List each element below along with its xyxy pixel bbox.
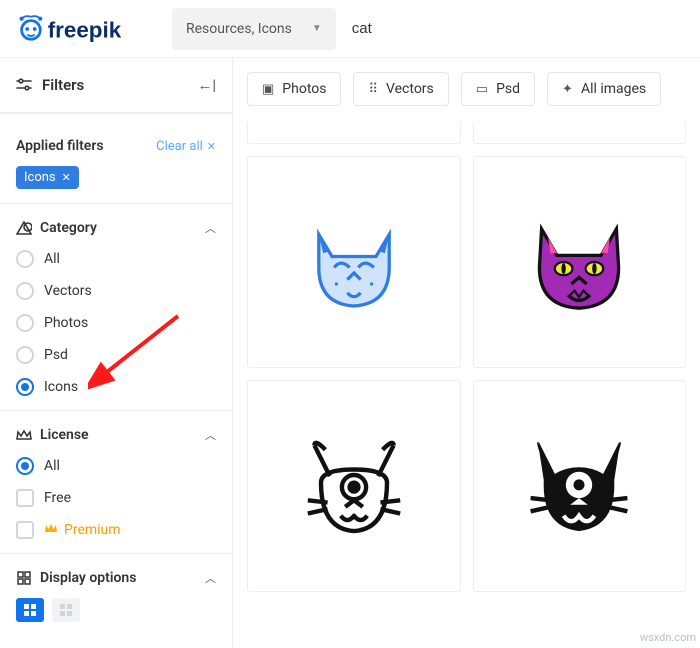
option-label: Photos — [44, 315, 88, 331]
cat-icon-purple-flat — [524, 207, 634, 317]
license-option-free[interactable]: Free — [16, 489, 216, 507]
crown-icon — [44, 522, 58, 538]
cat-cyclops-outline-icon — [299, 436, 409, 536]
cat-cyclops-solid-icon — [524, 436, 634, 536]
category-option-photos[interactable]: Photos — [16, 314, 216, 332]
filter-chip-icons[interactable]: Icons ✕ — [16, 166, 79, 189]
result-card[interactable] — [247, 156, 461, 368]
category-option-psd[interactable]: Psd — [16, 346, 216, 364]
option-label: Psd — [44, 347, 68, 363]
grid-icon — [60, 604, 72, 616]
result-card[interactable] — [247, 122, 461, 144]
result-card[interactable] — [473, 156, 687, 368]
option-label: Premium — [64, 522, 121, 538]
cat-icon-blue-outline — [299, 207, 409, 317]
partial-row-stubs — [247, 122, 686, 144]
top-bar: freepik Resources, Icons ▼ — [0, 0, 700, 58]
results-area: ▣ Photos ⠿ Vectors ▭ Psd ✦ All images — [233, 58, 700, 648]
pill-all-images[interactable]: ✦ All images — [547, 72, 661, 106]
watermark: wsxdn.com — [640, 631, 696, 644]
category-toggle[interactable]: Category ︿ — [16, 220, 216, 236]
resources-dropdown-label: Resources, Icons — [186, 21, 292, 37]
display-grid-button[interactable] — [16, 598, 44, 622]
brand-logo[interactable]: freepik — [0, 12, 172, 46]
pill-label: Psd — [496, 81, 520, 97]
option-label: Vectors — [44, 283, 92, 299]
resources-dropdown[interactable]: Resources, Icons ▼ — [172, 8, 336, 50]
category-option-icons[interactable]: Icons — [16, 378, 216, 396]
license-section: License ︿ All Free Premium — [0, 410, 232, 553]
pill-label: Vectors — [386, 81, 434, 97]
radio-icon — [16, 457, 34, 475]
license-option-premium[interactable]: Premium — [16, 521, 216, 539]
license-option-all[interactable]: All — [16, 457, 216, 475]
clear-all-label: Clear all — [156, 139, 203, 154]
applied-filters-section: Applied filters Clear all ✕ Icons ✕ — [0, 113, 232, 203]
license-title: License — [40, 427, 89, 443]
category-option-all[interactable]: All — [16, 250, 216, 268]
category-section: Category ︿ All Vectors Photos Psd Icons — [0, 203, 232, 410]
content-type-filters: ▣ Photos ⠿ Vectors ▭ Psd ✦ All images — [247, 72, 686, 106]
brand-text: freepik — [48, 17, 122, 42]
sliders-icon — [16, 77, 32, 93]
close-icon: ✕ — [207, 140, 216, 153]
display-grid-large-button[interactable] — [52, 598, 80, 622]
image-icon: ▣ — [262, 82, 274, 97]
category-option-vectors[interactable]: Vectors — [16, 282, 216, 300]
license-toggle[interactable]: License ︿ — [16, 427, 216, 443]
chevron-up-icon: ︿ — [205, 220, 216, 236]
clear-all-button[interactable]: Clear all ✕ — [156, 139, 216, 154]
category-icon — [16, 220, 32, 236]
pill-vectors[interactable]: ⠿ Vectors — [353, 72, 448, 106]
radio-icon — [16, 314, 34, 332]
chevron-down-icon: ▼ — [312, 23, 322, 34]
pill-psd[interactable]: ▭ Psd — [461, 72, 535, 106]
option-label: All — [44, 458, 60, 474]
radio-icon — [16, 282, 34, 300]
vector-nodes-icon: ⠿ — [368, 82, 378, 97]
grid-squares-icon — [16, 570, 32, 586]
chevron-up-icon: ︿ — [205, 570, 216, 586]
category-title: Category — [40, 220, 97, 236]
close-icon[interactable]: ✕ — [62, 171, 71, 184]
main-area: Filters ←| Applied filters Clear all ✕ I… — [0, 58, 700, 648]
crown-outline-icon — [16, 427, 32, 443]
sidebar: Filters ←| Applied filters Clear all ✕ I… — [0, 58, 233, 648]
pill-photos[interactable]: ▣ Photos — [247, 72, 341, 106]
pill-label: All images — [581, 81, 646, 97]
filters-title: Filters — [42, 76, 84, 94]
pill-label: Photos — [282, 81, 326, 97]
search-input[interactable] — [346, 8, 700, 50]
radio-icon — [16, 250, 34, 268]
result-card[interactable] — [473, 380, 687, 592]
result-card[interactable] — [473, 122, 687, 144]
sparkle-icon: ✦ — [562, 82, 573, 97]
display-options-section: Display options ︿ — [0, 553, 232, 636]
filter-chip-label: Icons — [24, 170, 56, 185]
radio-icon — [16, 378, 34, 396]
applied-filters-title: Applied filters — [16, 138, 104, 154]
display-options-toggle[interactable]: Display options ︿ — [16, 570, 216, 586]
option-label: Free — [44, 490, 71, 506]
result-card[interactable] — [247, 380, 461, 592]
option-label: All — [44, 251, 60, 267]
checkbox-icon — [16, 489, 34, 507]
filters-header: Filters ←| — [0, 58, 232, 113]
radio-icon — [16, 346, 34, 364]
checkbox-icon — [16, 521, 34, 539]
chevron-up-icon: ︿ — [205, 427, 216, 443]
grid-icon — [24, 604, 36, 616]
collapse-sidebar-icon[interactable]: ←| — [197, 76, 216, 94]
display-options-title: Display options — [40, 570, 136, 586]
psd-icon: ▭ — [476, 82, 488, 97]
option-label: Icons — [44, 379, 78, 395]
